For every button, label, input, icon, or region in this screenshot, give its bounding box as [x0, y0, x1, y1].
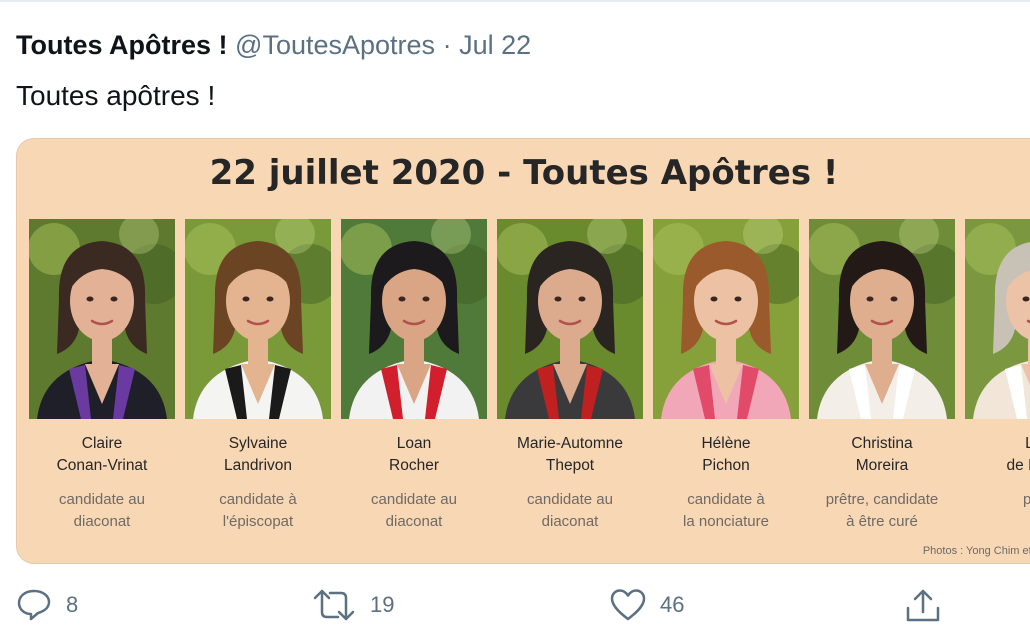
retweet-button[interactable]: 19 — [312, 588, 394, 622]
person-name: Sylvaine Landrivon — [223, 435, 293, 474]
person-card: Hélène Pichon candidate à la nonciature — [653, 219, 799, 533]
tweet-header: Toutes Apôtres ! @ToutesApotres · Jul 22 — [16, 30, 531, 61]
portrait-photo — [497, 219, 643, 419]
like-count: 46 — [660, 592, 685, 617]
person-name: Hélène Pichon — [701, 435, 751, 474]
author-handle[interactable]: @ToutesApotres — [235, 30, 435, 60]
tweet-media-card[interactable]: 22 juillet 2020 - Toutes Apôtres ! Clair… — [16, 138, 1030, 564]
portrait-photo — [653, 219, 799, 419]
person-name: Claire Conan-Vrinat — [56, 435, 148, 474]
person-card: Lau de Bourb préd la — [965, 219, 1030, 533]
author-name[interactable]: Toutes Apôtres ! — [16, 30, 228, 60]
person-role: candidate à la nonciature — [683, 491, 769, 530]
reply-count: 8 — [66, 592, 79, 617]
person-card: Loan Rocher candidate au diaconat — [341, 219, 487, 533]
person-role: préd la — [965, 489, 1030, 533]
person-name: Loan Rocher — [389, 435, 439, 474]
top-divider — [0, 0, 1030, 2]
tweet-text: Toutes apôtres ! — [16, 80, 216, 111]
reply-button[interactable]: 8 — [16, 588, 78, 622]
person-name: Marie-Automne Thepot — [517, 435, 623, 474]
photo-credit: Photos : Yong Chim et Lo — [922, 545, 1030, 557]
person-card: Claire Conan-Vrinat candidate au diaconat — [29, 219, 175, 533]
person-role: candidate au diaconat — [59, 491, 145, 530]
tweet-date[interactable]: Jul 22 — [459, 30, 531, 60]
person-role: prêtre, candidate à être curé — [825, 491, 939, 530]
portrait-photo — [809, 219, 955, 419]
retweet-count: 19 — [370, 592, 395, 617]
like-icon — [610, 589, 646, 621]
portrait-photo — [965, 219, 1030, 419]
person-card: Sylvaine Landrivon candidate à l'épiscopa… — [185, 219, 331, 533]
like-button[interactable]: 46 — [610, 588, 684, 622]
retweet-icon — [313, 589, 355, 621]
tweet-actions: 8 19 46 — [0, 588, 1030, 628]
card-title: 22 juillet 2020 - Toutes Apôtres ! — [209, 153, 839, 193]
portrait-photo — [185, 219, 331, 419]
person-role: candidate au diaconat — [527, 491, 613, 530]
share-button[interactable] — [904, 588, 942, 624]
person-role: candidate au diaconat — [371, 491, 457, 530]
person-name: Lau de Bourb — [1006, 435, 1030, 474]
person-role: candidate à l'épiscopat — [219, 491, 297, 530]
person-card: Christina Moreira prêtre, candidate à êtr… — [809, 219, 955, 533]
person-name: Christina Moreira — [851, 435, 913, 474]
separator-dot: · — [442, 30, 452, 60]
portrait-photo — [341, 219, 487, 419]
share-icon — [906, 589, 940, 622]
person-card: Marie-Automne Thepot candidate au diacona… — [497, 219, 643, 533]
portrait-photo — [29, 219, 175, 419]
reply-icon — [17, 589, 51, 621]
